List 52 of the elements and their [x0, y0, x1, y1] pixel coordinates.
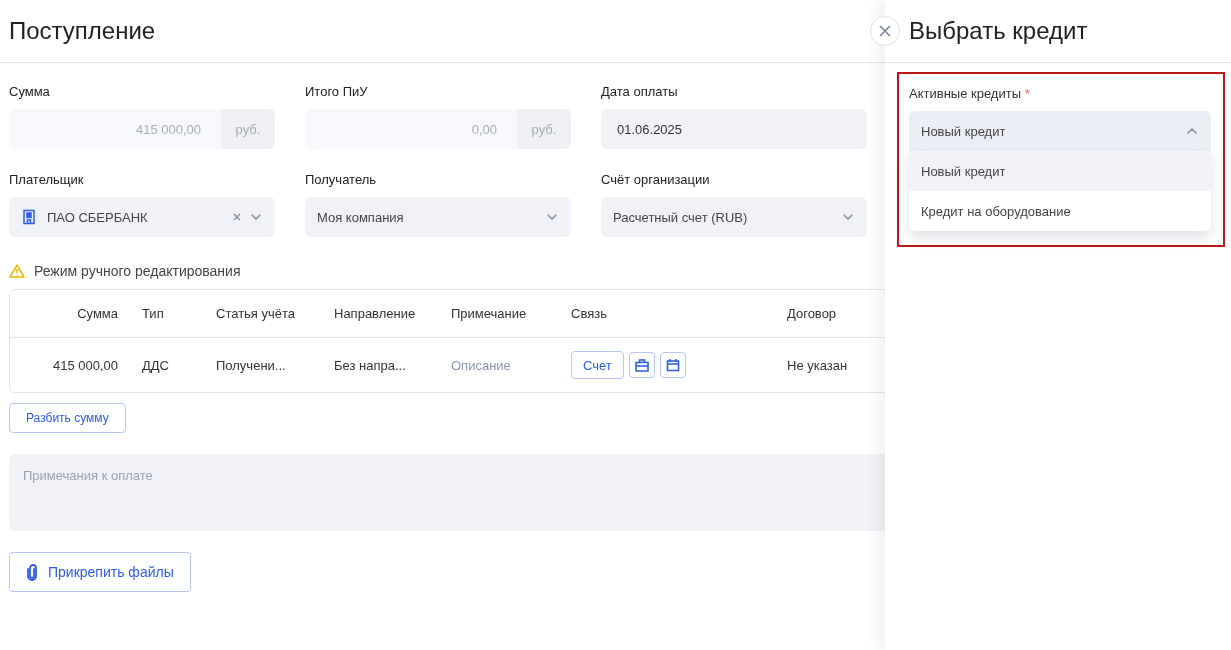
field-label: Счёт организации — [601, 171, 711, 189]
payer-select[interactable]: ПАО СБЕРБАНК — [9, 197, 275, 237]
select-field[interactable]: Расчетный счет (RUB) — [601, 197, 867, 237]
chevron-up-icon — [1187, 128, 1197, 134]
column-header: Тип — [142, 306, 165, 321]
field-label: Дата оплаты — [601, 83, 679, 101]
table-cell-text: Описание — [451, 357, 512, 373]
briefcase-icon — [634, 358, 649, 372]
chevron-down-icon — [251, 214, 261, 220]
page-title: Поступление — [9, 17, 156, 45]
field-label: Получатель — [305, 171, 378, 189]
paperclip-icon — [26, 563, 38, 581]
calendar-icon — [665, 358, 680, 372]
field-label: Плательщик — [9, 171, 85, 189]
currency-unit: руб. — [221, 109, 275, 149]
table-cell-text: ДДС — [142, 357, 170, 373]
field-label: Итого ПиУ — [305, 83, 369, 101]
column-header: Связь — [571, 306, 608, 321]
chevron-down-icon — [843, 214, 853, 220]
clear-icon[interactable] — [233, 213, 241, 221]
field-label: Активные кредиты — [909, 86, 1021, 101]
table-cell-text: Получени... — [216, 357, 287, 373]
drawer-title: Выбрать кредит — [909, 17, 1088, 45]
column-header: Сумма — [76, 306, 118, 321]
warning-text: Режим ручного редактирования — [34, 263, 241, 279]
credit-select[interactable]: Новый кредит — [909, 111, 1211, 151]
chevron-down-icon — [547, 214, 557, 220]
close-icon — [879, 25, 891, 37]
amount-value: 0,00 — [470, 121, 498, 137]
dropdown-option[interactable]: Новый кредит — [909, 151, 1211, 191]
invoice-button[interactable]: Счет — [571, 351, 624, 379]
split-button[interactable]: Разбить сумму — [9, 403, 126, 433]
briefcase-button[interactable] — [628, 352, 655, 378]
table-cell-text: Без напра... — [334, 357, 407, 373]
field-label: Сумма — [9, 83, 51, 101]
table-cell-text: Не указан — [787, 357, 849, 373]
amount-value: 415 000,00 — [134, 121, 202, 137]
select-field[interactable]: Моя компания — [305, 197, 571, 237]
table-cell-text: 415 000,00 — [51, 357, 118, 373]
column-header: Примечание — [451, 306, 528, 321]
column-header: Статья учёта — [216, 306, 297, 321]
date-field[interactable]: 01.06.2025 — [601, 109, 867, 149]
column-header: Договор — [787, 306, 838, 321]
building-icon — [21, 209, 37, 225]
close-button[interactable] — [870, 16, 900, 46]
attach-button[interactable]: Прикрепить файлы — [9, 552, 191, 592]
required-mark: * — [1024, 86, 1030, 101]
currency-unit: руб. — [517, 109, 571, 149]
column-header: Направление — [334, 306, 417, 321]
dropdown-option[interactable]: Кредит на оборудование — [909, 191, 1211, 231]
warning-icon — [9, 264, 25, 278]
calendar-button[interactable] — [659, 352, 686, 378]
